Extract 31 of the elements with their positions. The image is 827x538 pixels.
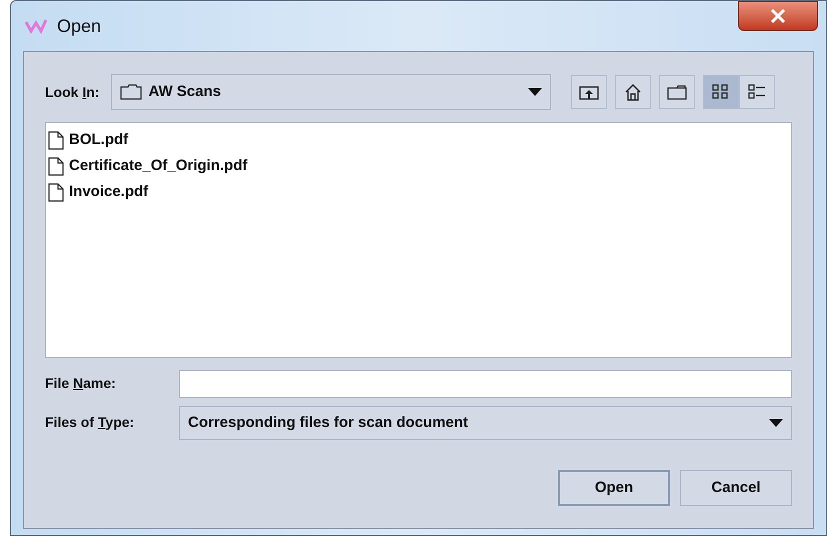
document-icon	[48, 156, 64, 176]
close-button[interactable]	[738, 1, 818, 31]
file-item[interactable]: Certificate_Of_Origin.pdf	[48, 153, 248, 179]
window-title: Open	[57, 14, 102, 38]
open-button[interactable]: Open	[558, 470, 670, 506]
files-of-type-label: Files of Type:	[45, 414, 134, 430]
toolbar-button[interactable]	[571, 75, 608, 109]
file-name-label: File Name:	[45, 375, 116, 391]
document-icon	[48, 130, 64, 150]
toolbar-button[interactable]	[739, 75, 776, 109]
toolbar-button[interactable]	[703, 75, 740, 109]
home-icon	[624, 83, 642, 101]
caret-icon	[769, 419, 783, 427]
caret-icon	[528, 88, 542, 96]
list-view-icon	[712, 84, 730, 100]
app-logo-icon	[25, 18, 47, 34]
look-in-dropdown[interactable]: AW Scans	[111, 74, 552, 110]
document-icon	[48, 182, 64, 202]
folder-icon	[120, 84, 142, 100]
folder-icon	[667, 84, 688, 100]
toolbar-button[interactable]	[659, 75, 696, 109]
files-of-type-dropdown[interactable]: Corresponding files for scan document	[179, 406, 792, 440]
file-item[interactable]: Invoice.pdf	[48, 179, 148, 205]
close-icon	[770, 9, 786, 23]
file-name-field[interactable]	[179, 370, 792, 398]
look-in-label: Look In:	[45, 82, 100, 102]
details-view-icon	[748, 84, 766, 100]
toolbar-button[interactable]	[615, 75, 652, 109]
file-item[interactable]: BOL.pdf	[48, 127, 128, 153]
folder-up-icon	[579, 84, 600, 100]
cancel-button[interactable]: Cancel	[680, 470, 792, 506]
